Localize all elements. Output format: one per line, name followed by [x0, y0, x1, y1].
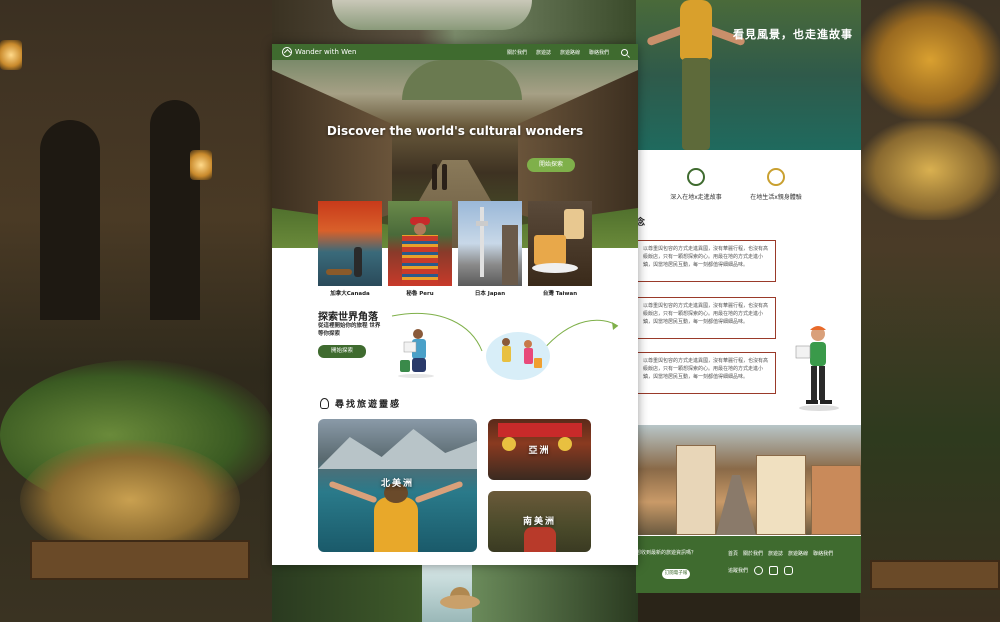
- village-photo: [636, 425, 861, 535]
- footer-link-home[interactable]: 首頁: [728, 550, 738, 557]
- hero-explore-button[interactable]: 開始探索: [527, 158, 575, 172]
- brand-logo[interactable]: Wander with Wen: [282, 47, 356, 57]
- nav-link-blog[interactable]: 旅遊誌: [536, 49, 551, 56]
- youtube-icon[interactable]: [769, 566, 779, 575]
- destination-card-canada[interactable]: [318, 201, 382, 286]
- nav-links: 關於我們 旅遊誌 旅遊路線 聯絡我們: [507, 48, 628, 56]
- footer-link-about[interactable]: 關於我們: [743, 550, 763, 557]
- footer-link-routes[interactable]: 旅遊路線: [788, 550, 808, 557]
- lightbulb-icon: [320, 398, 329, 409]
- hero-title: Discover the world's cultural wonders: [326, 124, 584, 138]
- lantern-left: [0, 40, 22, 70]
- instagram-icon[interactable]: [784, 566, 794, 575]
- nav-link-about[interactable]: 關於我們: [507, 49, 527, 56]
- destination-card-japan[interactable]: [458, 201, 522, 286]
- region-label-south-america: 南美洲: [522, 517, 556, 527]
- destination-label-taiwan: 台灣 Taiwan: [542, 291, 578, 297]
- region-card-south-america[interactable]: 南美洲: [488, 491, 591, 552]
- bottom-preview-strip: [272, 565, 638, 622]
- magnifier-icon: [767, 168, 785, 186]
- homepage-mockup: Wander with Wen 關於我們 旅遊誌 旅遊路線 聯絡我們 Disco…: [272, 44, 638, 565]
- about-page-mockup: 看見風景，也走進故事 深入在地x走進故事 在地生活x親身體驗 念 以尊重與包容的…: [636, 0, 861, 593]
- region-card-north-america[interactable]: 北美洲: [318, 419, 477, 552]
- about-hero-image: 看見風景，也走進故事: [636, 0, 861, 150]
- nav-link-contact[interactable]: 聯絡我們: [589, 49, 609, 56]
- top-nav: Wander with Wen 關於我們 旅遊誌 旅遊路線 聯絡我們: [272, 44, 638, 60]
- footer-link-blog[interactable]: 旅遊誌: [768, 550, 783, 557]
- philosophy-box-3: 以尊重與包容的方式走進異國，沒有華麗行程，也沒有高級飯店，只有一顆想探索的心。用…: [636, 352, 776, 394]
- top-preview-strip: [272, 0, 638, 44]
- facebook-icon[interactable]: [754, 566, 764, 575]
- destination-label-peru: 秘魯 Peru: [406, 291, 434, 297]
- feature-local-story: 深入在地x走進故事: [656, 168, 736, 201]
- footer-link-contact[interactable]: 聯絡我們: [813, 550, 833, 557]
- compass-logo-icon: [282, 47, 292, 57]
- follow-label: 追蹤我們: [728, 568, 749, 574]
- lantern-middle: [190, 150, 212, 180]
- nav-link-routes[interactable]: 旅遊路線: [560, 49, 580, 56]
- explore-title: 探索世界角落: [318, 312, 378, 323]
- explore-start-button[interactable]: 開始探索: [318, 345, 366, 358]
- subscribe-button[interactable]: 訂閱電子報: [662, 569, 690, 579]
- brand-name: Wander with Wen: [295, 48, 357, 56]
- feature-local-life: 在地生活x親身體驗: [736, 168, 816, 201]
- about-footer: 想收到最新的旅遊資訊嗎？ 訂閱電子報 首頁 關於我們 旅遊誌 旅遊路線 聯絡我們…: [636, 536, 861, 593]
- about-hero-title: 看見風景，也走進故事: [733, 28, 853, 41]
- inspiration-heading: 尋找旅遊靈感: [320, 397, 401, 410]
- explore-subtitle: 從這裡開始你的旅程 世界等你探索: [318, 323, 381, 337]
- social-row: 追蹤我們: [728, 566, 794, 575]
- region-label-north-america: 北美洲: [380, 479, 414, 489]
- subscribe-prompt: 想收到最新的旅遊資訊嗎？: [636, 550, 697, 556]
- destination-card-taiwan[interactable]: [528, 201, 592, 286]
- destination-card-peru[interactable]: [388, 201, 452, 286]
- background-market-left: [0, 0, 275, 622]
- philosophy-box-2: 以尊重與包容的方式走進異國，沒有華麗行程，也沒有高級飯店，只有一顆想探索的心。用…: [636, 297, 776, 339]
- philosophy-box-1: 以尊重與包容的方式走進異國，沒有華麗行程，也沒有高級飯店，只有一顆想探索的心。用…: [636, 240, 776, 282]
- background-market-right: [860, 0, 1000, 622]
- destination-label-canada: 加拿大Canada: [330, 291, 370, 297]
- search-icon[interactable]: [621, 48, 628, 56]
- footer-links: 首頁 關於我們 旅遊誌 旅遊路線 聯絡我們: [728, 550, 833, 557]
- region-card-asia[interactable]: 亞洲: [488, 419, 591, 480]
- region-label-asia: 亞洲: [528, 446, 551, 456]
- traveler-with-map-illustration: [795, 326, 839, 411]
- destination-label-japan: 日本 Japan: [474, 291, 506, 297]
- refresh-arrow-icon: [687, 168, 705, 186]
- travel-illustration: [391, 312, 619, 380]
